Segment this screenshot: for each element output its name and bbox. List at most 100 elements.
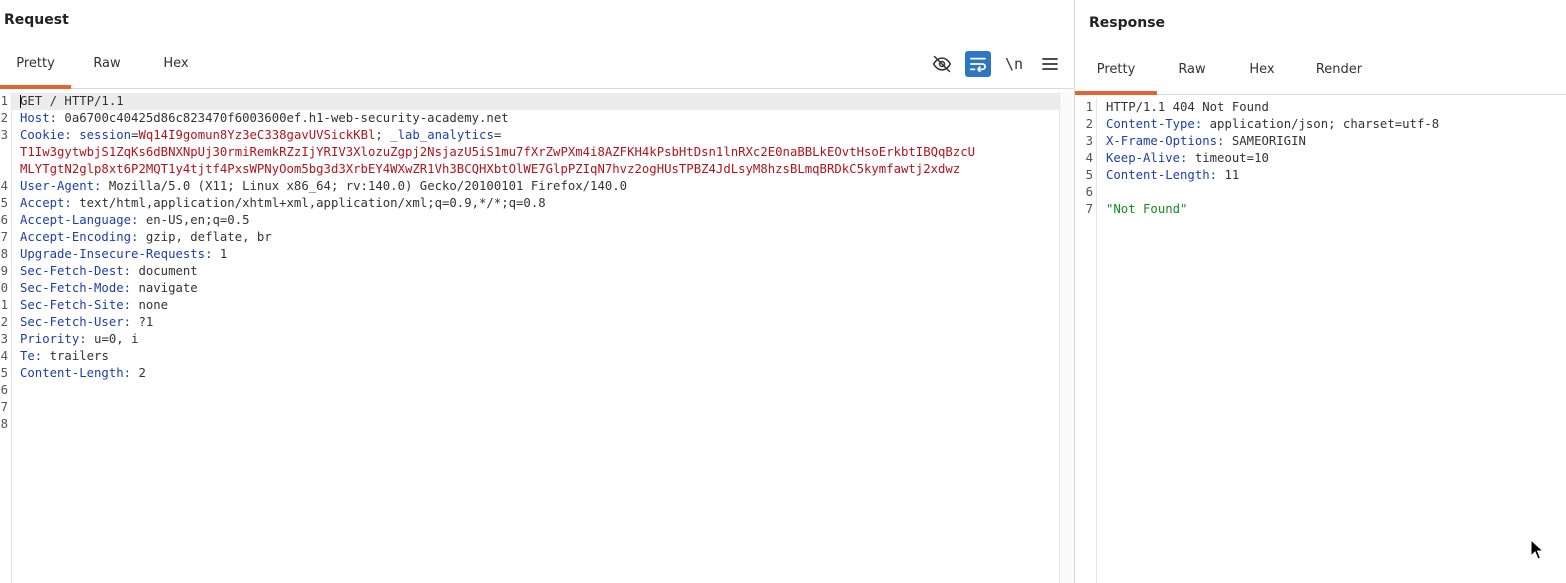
code-token: en-US,en;q=0.5 <box>145 213 250 227</box>
request-tab-pretty[interactable]: Pretty <box>0 40 71 89</box>
request-line-content: Accept: text/html,application/xhtml+xml,… <box>20 195 546 212</box>
request-line[interactable]: 4 Te: trailers <box>0 348 1073 365</box>
code-token: text/html,application/xhtml+xml,applicat… <box>79 196 546 210</box>
code-token: = <box>493 128 502 142</box>
request-line[interactable]: MLYTgtN2glp8xt6P2MQT1y4tjtf4PxsWPNyOom5b… <box>0 161 1073 178</box>
response-tab-pretty[interactable]: Pretty <box>1075 46 1157 95</box>
request-tab-raw[interactable]: Raw <box>76 40 138 88</box>
code-token: X-Frame-Options: <box>1106 134 1232 148</box>
response-editor[interactable]: 1 HTTP/1.1 404 Not Found 2 Content-Type: ap… <box>1075 98 1566 583</box>
code-token: trailers <box>49 349 109 363</box>
request-line[interactable]: 1 GET / HTTP/1.1 <box>1 93 1059 110</box>
request-line-number: 3 <box>0 332 8 346</box>
code-token: Te: <box>20 349 50 363</box>
response-tab-hex[interactable]: Hex <box>1232 46 1292 94</box>
request-line[interactable]: T1Iw3gytwbjS1ZqKs6dBNXNpUj30rmiRemkRZzIj… <box>0 144 1073 161</box>
response-line-number: 2 <box>1085 117 1093 131</box>
code-token: Host: <box>20 111 65 125</box>
request-line-content: GET / HTTP/1.1 <box>20 93 124 110</box>
request-line-number: 2 <box>0 315 8 329</box>
hamburger-menu-icon <box>1042 58 1058 70</box>
code-token: application/json; charset=utf-8 <box>1209 117 1440 131</box>
request-line[interactable]: 9 Sec-Fetch-Dest: document <box>0 263 1073 280</box>
code-token: ; <box>375 128 391 142</box>
response-line[interactable]: 5 Content-Length: 11 <box>1075 167 1566 184</box>
response-line[interactable]: 3 X-Frame-Options: SAMEORIGIN <box>1075 133 1566 150</box>
code-token: T1Iw3gytwbjS1ZqKs6dBNXNpUj30rmiRemkRZzIj… <box>20 145 976 159</box>
request-line[interactable]: 2 Sec-Fetch-User: ?1 <box>0 314 1073 331</box>
request-pane: Request Pretty Raw Hex \n 1 GET / HTTP/1… <box>0 0 1073 583</box>
code-token: u=0, i <box>94 332 139 346</box>
request-line-number: 1 <box>0 94 8 108</box>
wrap-lines-button[interactable] <box>965 51 991 77</box>
code-token: timeout=10 <box>1194 151 1269 165</box>
request-line[interactable]: 5 Accept: text/html,application/xhtml+xml… <box>0 195 1073 212</box>
code-token: ?1 <box>138 315 154 329</box>
request-line[interactable]: 2 Host: 0a6700c40425d86c823470f6003600ef.… <box>0 110 1073 127</box>
code-token: HTTP/1.1 404 Not Found <box>1106 100 1269 114</box>
code-token: _lab_analytics <box>390 128 494 142</box>
request-line[interactable]: 7 <box>0 399 1073 416</box>
request-line-content: Te: trailers <box>20 348 109 365</box>
menu-button[interactable] <box>1037 51 1063 77</box>
response-line-content: Keep-Alive: timeout=10 <box>1106 150 1269 167</box>
request-line[interactable]: 5 Content-Length: 2 <box>0 365 1073 382</box>
code-token: GET / HTTP/1.1 <box>20 94 124 108</box>
request-line[interactable]: 8 <box>0 416 1073 433</box>
request-line-number: 7 <box>0 400 8 414</box>
response-line[interactable]: 1 HTTP/1.1 404 Not Found <box>1075 99 1566 116</box>
request-editor[interactable]: 1 GET / HTTP/1.1 2 Host: 0a6700c40425d86c82… <box>0 92 1073 583</box>
response-line-content: Content-Length: 11 <box>1106 167 1239 184</box>
request-line-content: Upgrade-Insecure-Requests: 1 <box>20 246 227 263</box>
response-line-number: 6 <box>1085 185 1093 199</box>
code-token: 2 <box>138 366 146 380</box>
code-token: 11 <box>1224 168 1240 182</box>
request-line[interactable]: 6 Accept-Language: en-US,en;q=0.5 <box>0 212 1073 229</box>
request-line-content: Sec-Fetch-Mode: navigate <box>20 280 198 297</box>
request-line-number: 1 <box>0 298 8 312</box>
code-token: Upgrade-Insecure-Requests: <box>20 247 220 261</box>
response-tab-raw[interactable]: Raw <box>1162 46 1222 94</box>
hide-nonprintable-button[interactable] <box>929 51 955 77</box>
code-token: Content-Length: <box>1106 168 1225 182</box>
response-line[interactable]: 6 <box>1075 184 1566 201</box>
response-line[interactable]: 4 Keep-Alive: timeout=10 <box>1075 150 1566 167</box>
request-title: Request <box>4 12 69 28</box>
response-line[interactable]: 2 Content-Type: application/json; charset… <box>1075 116 1566 133</box>
response-line-content: HTTP/1.1 404 Not Found <box>1106 99 1269 116</box>
code-token: Content-Type: <box>1106 117 1210 131</box>
request-line-content: Cookie: session = Wq14I9gomun8Yz3eC338gavU… <box>20 127 501 144</box>
request-scrollbar[interactable] <box>1059 92 1073 583</box>
request-line[interactable]: 7 Accept-Encoding: gzip, deflate, br <box>0 229 1073 246</box>
request-line-content: T1Iw3gytwbjS1ZqKs6dBNXNpUj30rmiRemkRZzIj… <box>20 144 975 161</box>
response-line-content: "Not Found" <box>1106 201 1187 218</box>
response-tab-render[interactable]: Render <box>1303 46 1375 94</box>
request-line[interactable]: 6 <box>0 382 1073 399</box>
request-line-number: 7 <box>0 230 8 244</box>
response-title: Response <box>1089 15 1166 31</box>
code-token: Mozilla/5.0 (X11; Linux x86_64; rv:140.0… <box>108 179 628 193</box>
request-line[interactable]: 4 User-Agent: Mozilla/5.0 (X11; Linux x86… <box>0 178 1073 195</box>
request-line-number: 3 <box>0 128 8 142</box>
request-line-number: 2 <box>0 111 8 125</box>
code-token: Priority: <box>20 332 95 346</box>
request-line-number: 4 <box>0 179 8 193</box>
request-line[interactable]: 0 Sec-Fetch-Mode: navigate <box>0 280 1073 297</box>
code-token: Wq14I9gomun8Yz3eC338gavUVSickKBl <box>138 128 376 142</box>
response-line-number: 4 <box>1085 151 1093 165</box>
request-line[interactable]: 1 Sec-Fetch-Site: none <box>0 297 1073 314</box>
request-tab-hex[interactable]: Hex <box>145 40 207 88</box>
request-line[interactable]: 8 Upgrade-Insecure-Requests: 1 <box>0 246 1073 263</box>
request-line-number: 0 <box>0 281 8 295</box>
code-token: Accept-Encoding: <box>20 230 146 244</box>
request-line-number: 6 <box>0 213 8 227</box>
code-token: 1 <box>219 247 228 261</box>
code-token: "Not Found" <box>1106 202 1188 216</box>
request-line-number: 5 <box>0 196 8 210</box>
newline-toggle[interactable]: \n <box>1001 51 1027 77</box>
request-line[interactable]: 3 Priority: u=0, i <box>0 331 1073 348</box>
response-line[interactable]: 7 "Not Found" <box>1075 201 1566 218</box>
request-line[interactable]: 3 Cookie: session = Wq14I9gomun8Yz3eC338gav… <box>0 127 1073 144</box>
code-token: User-Agent: <box>20 179 109 193</box>
response-line-number: 7 <box>1085 202 1093 216</box>
